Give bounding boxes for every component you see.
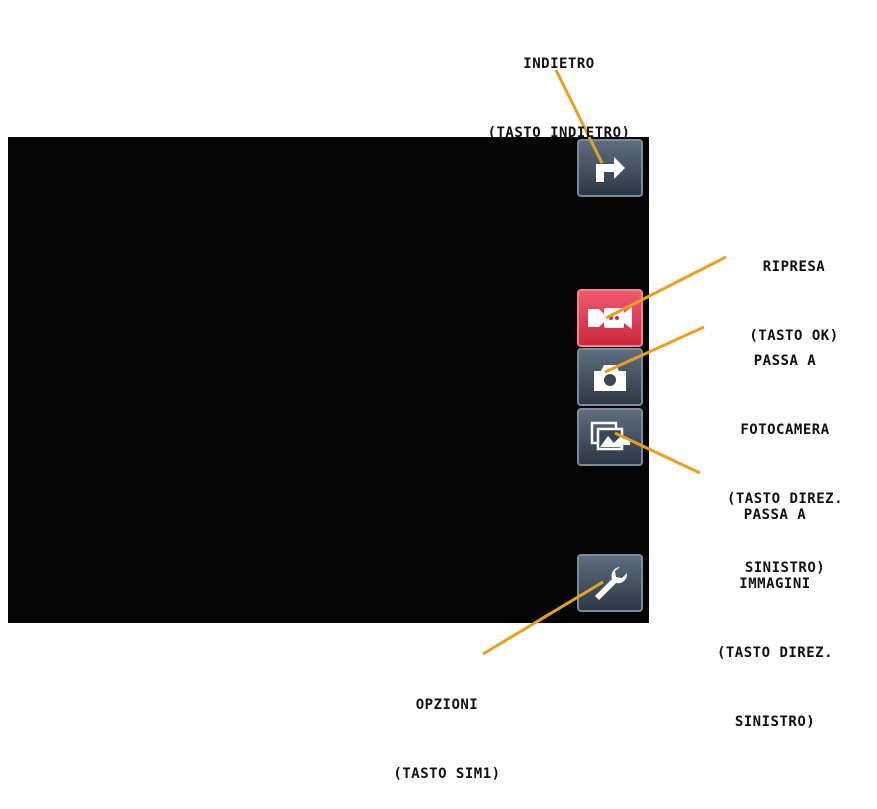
gallery-icon (590, 421, 630, 451)
gallery-button[interactable] (577, 408, 643, 466)
video-camera-icon (588, 307, 632, 329)
options-button[interactable] (577, 554, 643, 612)
label-back: INDIETRO (TASTO INDIETRO) (452, 7, 666, 168)
label-images-line2: IMMAGINI (739, 576, 811, 592)
record-button[interactable] (577, 289, 643, 347)
label-options: OPZIONI (TASTO SIM1) (362, 648, 532, 809)
wrench-icon (595, 567, 628, 600)
label-images-line3: (TASTO DIREZ. (716, 645, 834, 661)
label-camera-line2: FOTOCAMERA (740, 422, 830, 438)
label-options-line1: OPZIONI (415, 697, 479, 713)
label-camera-line1: PASSA A (753, 353, 817, 369)
label-images-line1: PASSA A (743, 507, 807, 523)
label-options-line2: (TASTO SIM1) (393, 766, 501, 782)
label-back-line2: (TASTO INDIETRO) (487, 125, 631, 141)
camera-button[interactable] (577, 348, 643, 406)
label-images: PASSA A IMMAGINI (TASTO DIREZ. SINISTRO) (690, 458, 860, 757)
label-images-line4: SINISTRO) (734, 714, 816, 730)
camera-icon (594, 365, 626, 391)
label-record-line1: RIPRESA (762, 259, 826, 275)
label-back-line1: INDIETRO (523, 56, 595, 72)
camera-viewfinder (8, 137, 649, 623)
